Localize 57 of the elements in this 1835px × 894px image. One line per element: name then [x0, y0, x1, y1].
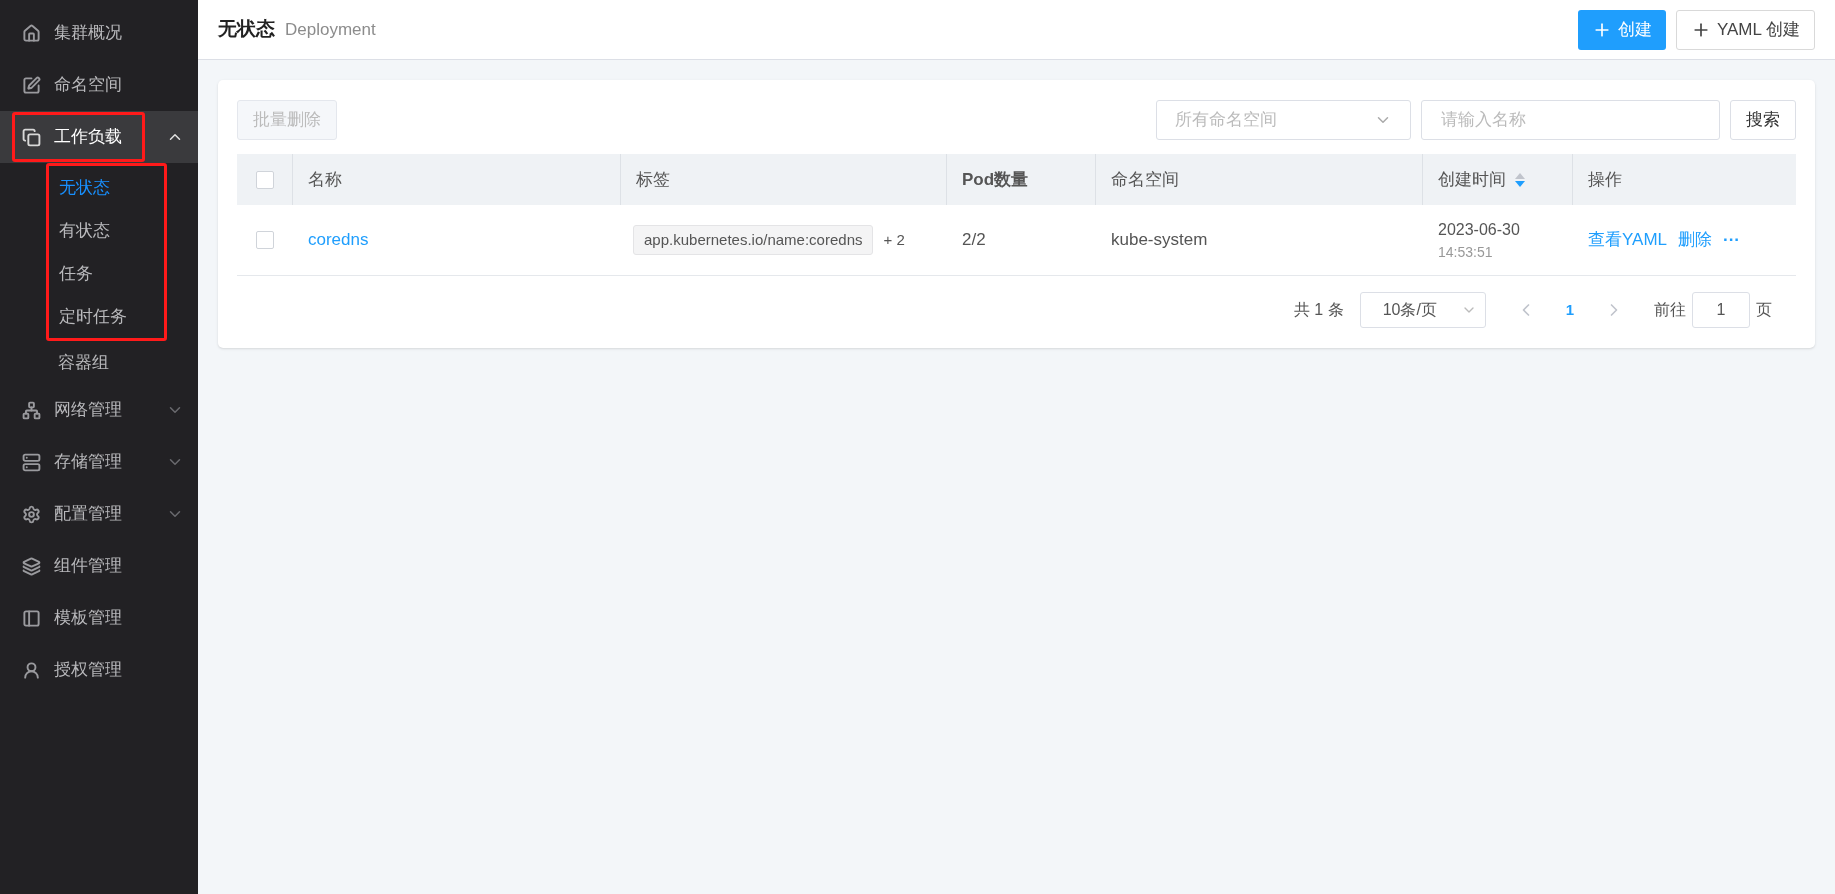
search-button[interactable]: 搜索	[1730, 100, 1796, 140]
checkbox[interactable]	[256, 231, 274, 249]
submenu-item[interactable]: 无状态	[59, 166, 164, 209]
sidebar-item[interactable]: 模板管理	[0, 592, 198, 644]
sidebar-label: 模板管理	[54, 607, 123, 630]
submenu-item[interactable]: 定时任务	[59, 295, 164, 338]
total-count: 共 1 条	[1293, 300, 1344, 320]
sidebar-item[interactable]: 命名空间	[0, 59, 198, 111]
sidebar-label: 集群概况	[54, 22, 123, 45]
sidebar-item[interactable]: 集群概况	[0, 7, 198, 59]
user-icon	[22, 660, 41, 680]
sidebar-label: 存储管理	[54, 451, 123, 474]
column-header: Pod数量	[962, 168, 1029, 191]
sidebar-label: 网络管理	[54, 399, 123, 422]
column-header: 创建时间	[1438, 168, 1506, 191]
sort-icon[interactable]	[1514, 171, 1526, 188]
column-header: 标签	[636, 168, 670, 191]
sidebar-item[interactable]: 存储管理	[0, 436, 198, 488]
sidebar-item[interactable]: 配置管理	[0, 488, 198, 540]
sidebar-label: 命名空间	[54, 74, 123, 97]
more-tags-count: + 2	[883, 229, 905, 250]
page-size-select[interactable]: 10条/页	[1359, 292, 1486, 328]
sidebar-item[interactable]: 授权管理	[0, 644, 198, 696]
submenu-item[interactable]: 任务	[59, 252, 164, 295]
submenu-item[interactable]: 容器组	[58, 341, 198, 384]
page-title: 无状态	[218, 17, 275, 42]
sidebar-item[interactable]: 组件管理	[0, 540, 198, 592]
yaml-create-button[interactable]: YAML 创建	[1675, 9, 1815, 50]
panel-icon	[22, 608, 41, 628]
table-cell-text: 2023-06-30	[1438, 219, 1521, 240]
sidebar-item[interactable]: 网络管理	[0, 384, 198, 436]
sidebar-label: 组件管理	[54, 555, 123, 578]
column-header: 操作	[1588, 168, 1622, 191]
table-cell: 2/2	[962, 230, 986, 250]
label-tag: app.kubernetes.io/name:coredns	[633, 224, 874, 256]
network-icon	[22, 400, 41, 420]
checkbox[interactable]	[255, 170, 274, 189]
column-header: 名称	[308, 168, 342, 191]
layers-icon	[22, 556, 41, 576]
copy-icon	[22, 127, 41, 147]
sidebar-item[interactable]: 工作负载	[0, 111, 198, 163]
page-input[interactable]: 1	[1692, 292, 1750, 328]
submenu-item[interactable]: 有状态	[59, 209, 164, 252]
search-field[interactable]: 请输入名称	[1421, 100, 1720, 140]
home-icon	[22, 23, 41, 43]
table-cell-text: 14:53:51	[1438, 242, 1494, 262]
edit-icon	[22, 75, 41, 95]
settings-icon	[22, 504, 41, 524]
table-cell: kube-system	[1111, 230, 1208, 250]
column-header: 命名空间	[1111, 168, 1179, 191]
goto-suffix: 页	[1756, 300, 1772, 320]
sidebar-label: 授权管理	[54, 659, 123, 682]
server-icon	[22, 452, 41, 472]
goto-label: 前往	[1654, 300, 1686, 320]
sidebar-label: 工作负载	[54, 126, 123, 149]
sidebar-label: 配置管理	[54, 503, 123, 526]
page-subtitle: Deployment	[285, 18, 377, 41]
